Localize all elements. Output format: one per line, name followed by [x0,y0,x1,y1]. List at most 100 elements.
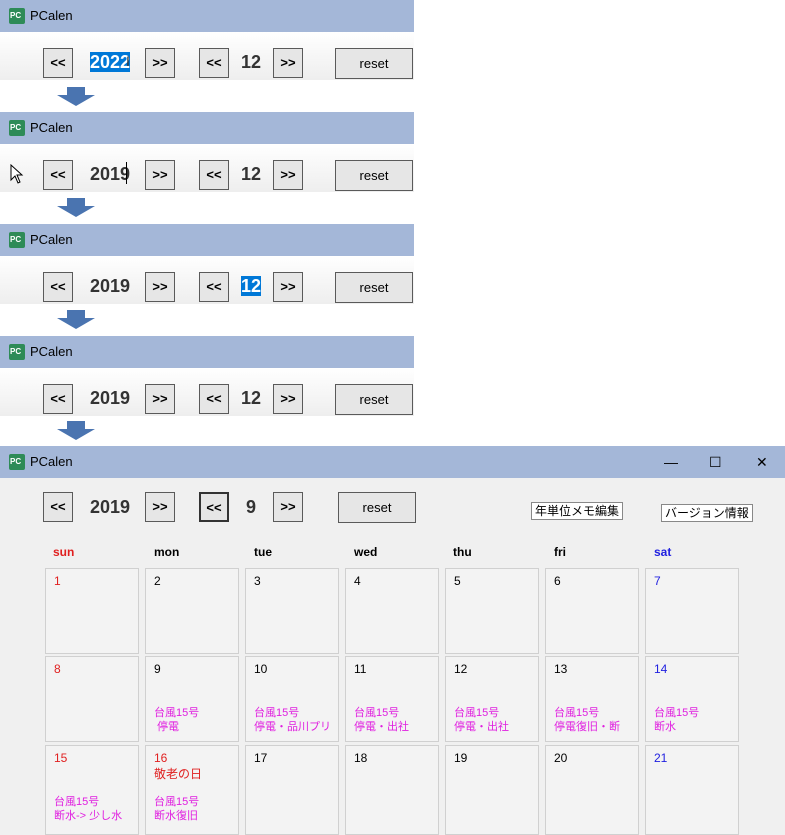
day-cell[interactable]: 8 [45,656,139,742]
day-cell[interactable]: 18 [345,745,439,835]
day-cell[interactable]: 7 [645,568,739,654]
next-month-button[interactable]: >> [273,160,303,190]
day-cell[interactable]: 5 [445,568,539,654]
day-cell[interactable]: 3 [245,568,339,654]
prev-month-button[interactable]: << [199,384,229,414]
day-cell[interactable]: 15 台風15号 断水-> 少し水 [45,745,139,835]
day-cell[interactable]: 4 [345,568,439,654]
day-cell[interactable]: 20 [545,745,639,835]
day-number: 9 [154,662,161,676]
memo-line-1: 台風15号 [154,707,200,719]
year-memo-edit-button[interactable]: 年単位メモ編集 [531,502,624,520]
window-title: PCalen [30,344,73,359]
app-icon: PC [9,232,25,248]
day-number: 6 [554,574,561,588]
memo-line-1: 台風15号 [654,707,700,719]
weekday-label-0: sun [53,545,75,559]
text-caret [126,162,127,184]
month-field[interactable]: 12 [241,387,261,409]
day-number: 4 [354,574,361,588]
day-cell[interactable]: 10 台風15号 停電・品川プリ [245,656,339,742]
prev-year-button[interactable]: << [43,48,73,78]
window-titlebar: PC PCalen [0,0,414,32]
reset-button[interactable]: reset [335,48,413,79]
prev-year-button[interactable]: << [43,272,73,302]
prev-year-button[interactable]: << [43,384,73,414]
day-cell[interactable]: 9 台風15号 停電 [145,656,239,742]
reset-button[interactable]: reset [335,384,413,415]
month-field[interactable]: 12 [241,51,261,73]
day-cell[interactable]: 19 [445,745,539,835]
memo-line-1: 台風15号 [554,707,600,719]
day-number: 5 [454,574,461,588]
window-titlebar: PC PCalen [0,224,414,256]
next-month-button[interactable]: >> [273,492,303,522]
memo-line-2: 停電・品川プリ [254,721,331,733]
next-year-button[interactable]: >> [145,384,175,414]
close-icon[interactable]: ✕ [756,454,768,470]
app-icon: PC [9,120,25,136]
toolbar-panel: << 2022 I >> << 12 >> reset [0,32,414,80]
weekday-label-4: thu [453,545,472,559]
memo-line-2: 断水-> 少し水 [54,810,123,822]
day-number: 11 [354,662,367,676]
version-info-button[interactable]: バージョン情報 [661,504,753,522]
day-cell[interactable]: 21 [645,745,739,835]
toolbar-panel: << 2019 >> << 12 >> reset [0,256,414,304]
day-cell[interactable]: 17 [245,745,339,835]
day-cell[interactable]: 1 [45,568,139,654]
next-month-button[interactable]: >> [273,384,303,414]
window-titlebar: PC PCalen [0,336,414,368]
memo-line-1: 台風15号 [154,796,200,808]
day-cell[interactable]: 2 [145,568,239,654]
next-year-button[interactable]: >> [145,48,175,78]
maximize-icon[interactable]: ☐ [709,454,722,470]
day-number: 14 [654,662,668,676]
year-field[interactable]: 2019 [90,163,130,185]
reset-button[interactable]: reset [338,492,416,523]
prev-month-button[interactable]: << [199,272,229,302]
memo-line-2: 断水復旧 [154,810,198,822]
month-field[interactable]: 9 [246,496,256,518]
reset-button[interactable]: reset [335,160,413,191]
toolbar-panel: << 2019 >> << 12 >> reset [0,368,414,416]
year-field[interactable]: 2019 [90,387,130,409]
memo-line-2: 断水 [654,721,676,733]
day-number: 7 [654,574,661,588]
memo-line-1: 台風15号 [54,796,100,808]
prev-year-button[interactable]: << [43,160,73,190]
prev-month-button[interactable]: << [199,492,229,522]
day-cell[interactable]: 12 台風15号 停電・出社 [445,656,539,742]
day-number: 12 [454,662,468,676]
next-year-button[interactable]: >> [145,272,175,302]
memo-line-2: 停電・出社 [454,721,509,733]
year-field[interactable]: 2022 [90,51,131,73]
day-cell[interactable]: 11 台風15号 停電・出社 [345,656,439,742]
day-cell[interactable]: 13 台風15号 停電復旧・断 [545,656,639,742]
month-field[interactable]: 12 [241,275,262,297]
prev-month-button[interactable]: << [199,160,229,190]
day-cell[interactable]: 6 [545,568,639,654]
next-month-button[interactable]: >> [273,48,303,78]
prev-year-button[interactable]: << [43,492,73,522]
reset-button[interactable]: reset [335,272,413,303]
calendar-window: PC PCalen — ☐ ✕ << 2019 >> << 9 >> reset… [0,446,785,835]
prev-month-button[interactable]: << [199,48,229,78]
next-month-button[interactable]: >> [273,272,303,302]
day-cell[interactable]: 14 台風15号断水 [645,656,739,742]
window-title: PCalen [30,454,73,469]
minimize-icon[interactable]: — [664,454,678,470]
window-titlebar: PC PCalen [0,112,414,144]
month-field[interactable]: 12 [241,163,261,185]
day-cell[interactable]: 16 敬老の日 台風15号 断水復旧 [145,745,239,835]
year-field[interactable]: 2019 [90,496,130,518]
next-year-button[interactable]: >> [145,492,175,522]
year-field[interactable]: 2019 [90,275,130,297]
app-icon: PC [9,344,25,360]
next-year-button[interactable]: >> [145,160,175,190]
text-cursor-icon: I [126,53,130,69]
memo-line-1: 台風15号 [354,707,400,719]
window-title: PCalen [30,120,73,135]
weekday-label-5: fri [554,545,566,559]
day-number: 16 [154,751,168,765]
